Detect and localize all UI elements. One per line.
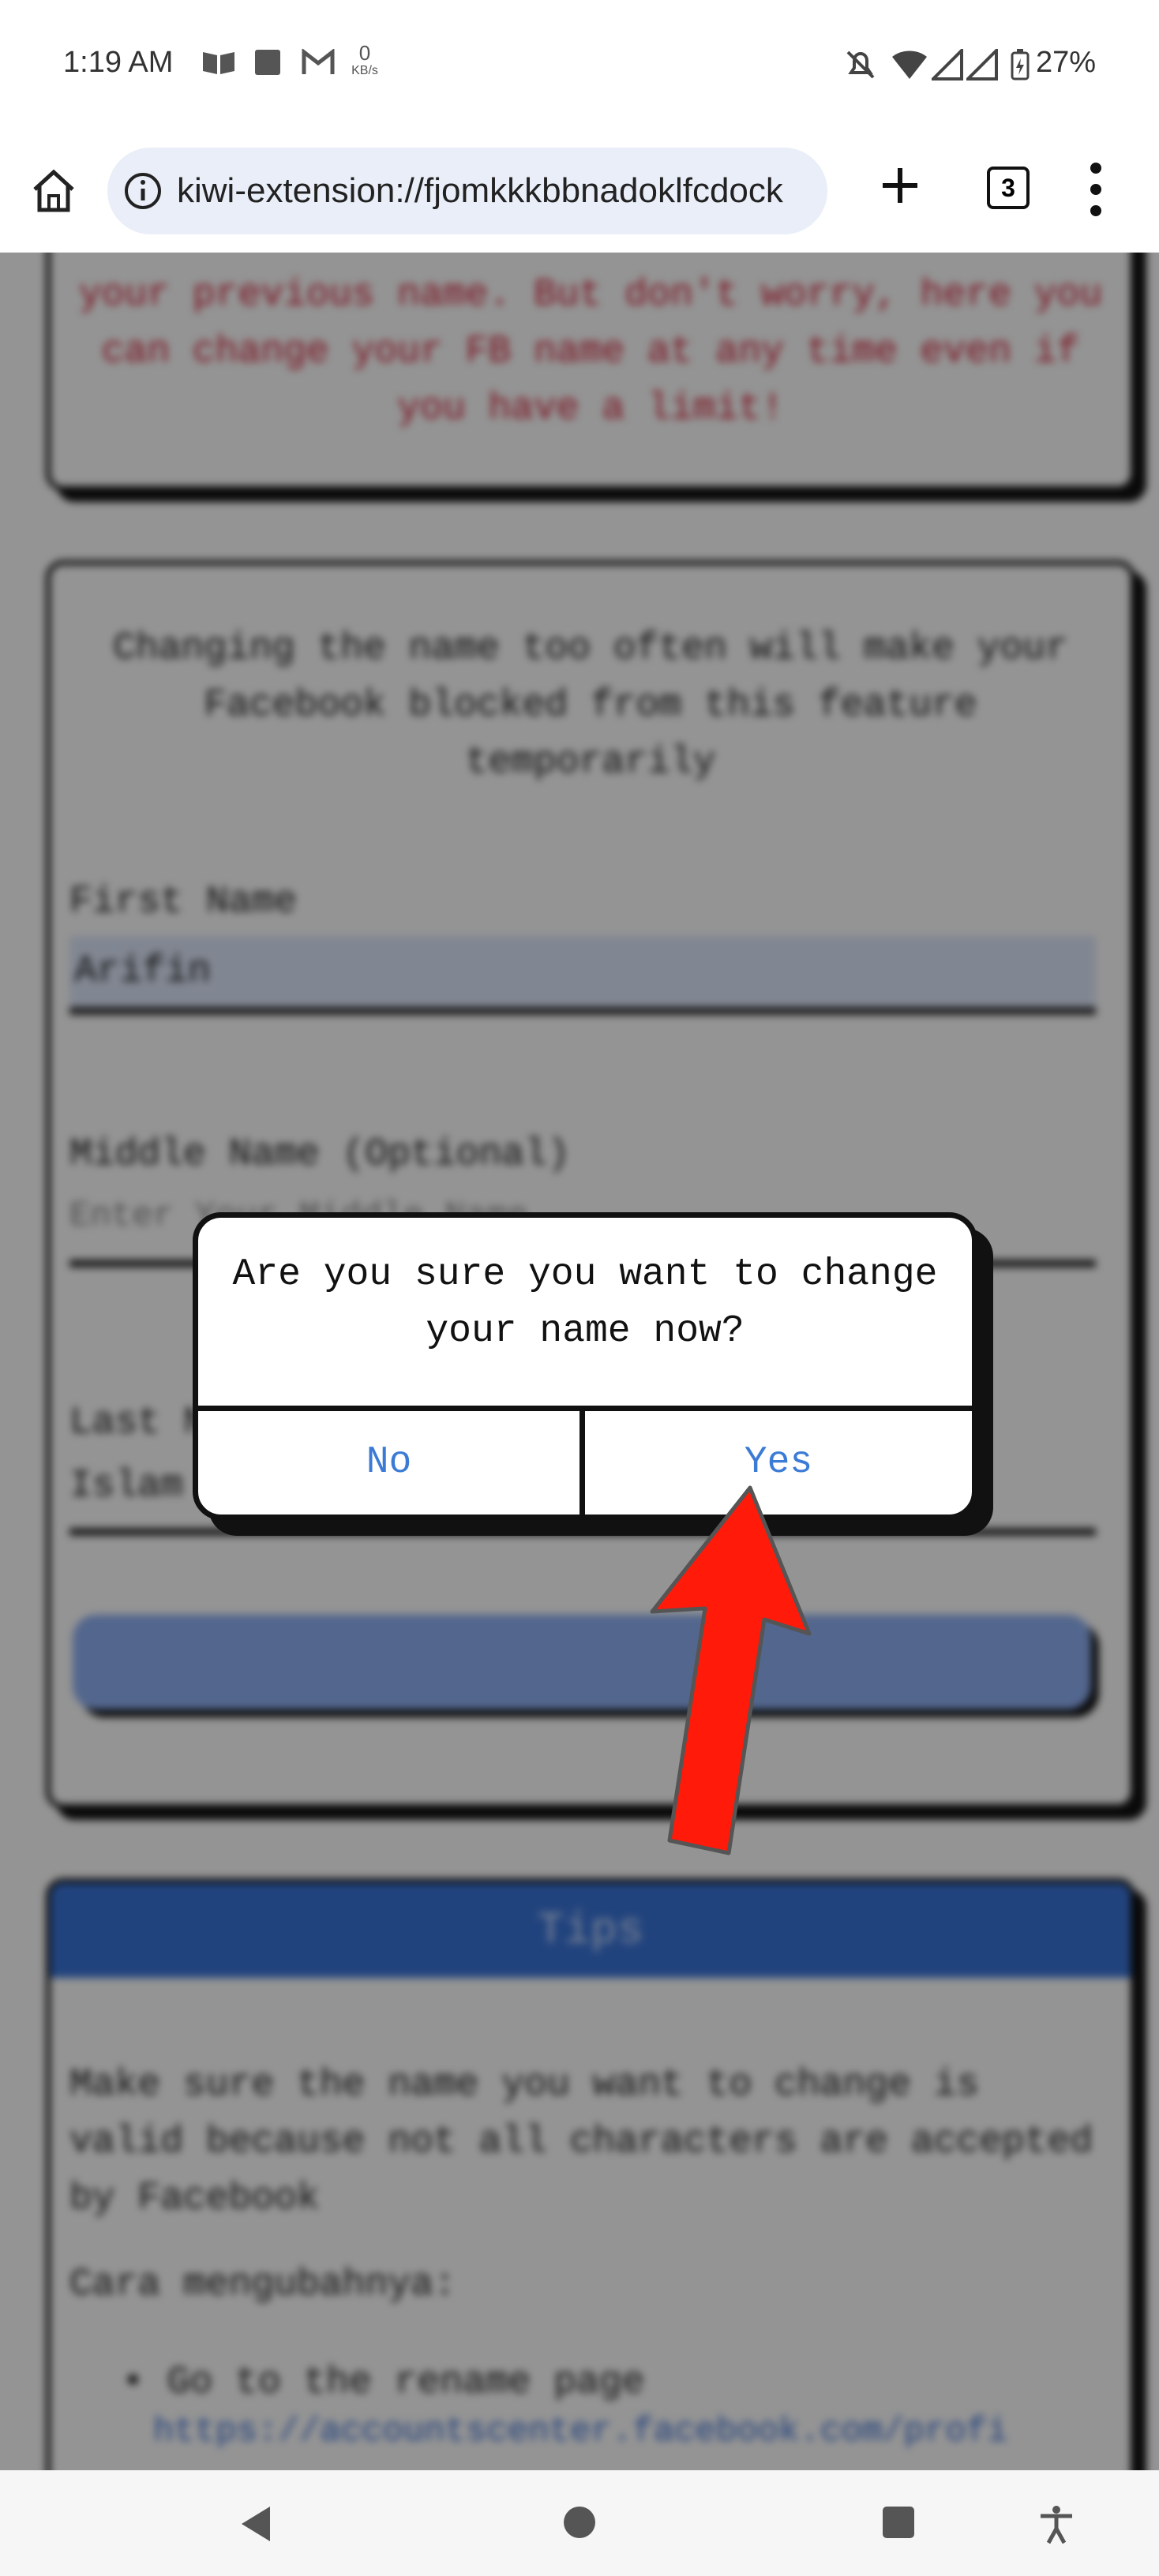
info-icon[interactable] (123, 171, 163, 211)
back-icon[interactable] (238, 2505, 273, 2543)
tab-switcher-button[interactable]: 3 (987, 167, 1030, 209)
wifi-icon (892, 51, 927, 79)
recents-icon[interactable] (881, 2505, 916, 2540)
network-speed: 0 KB/s (351, 41, 378, 77)
dialog-message: Are you sure you want to change your nam… (232, 1253, 938, 1353)
accessibility-icon[interactable] (1037, 2505, 1075, 2544)
url-text[interactable]: kiwi-extension://fjomkkkbbnadoklfcdock (177, 171, 783, 211)
pointer-arrow-icon (650, 1485, 812, 1855)
system-nav-bar (0, 2470, 1159, 2576)
confirm-dialog: Are you sure you want to change your nam… (193, 1212, 977, 1520)
home-icon[interactable] (28, 166, 79, 216)
status-time: 1:19 AM (63, 46, 174, 79)
overflow-menu-icon[interactable] (1090, 162, 1102, 217)
battery-percent: 27% (1035, 46, 1096, 79)
status-bar: 1:19 AM 0 KB/s 27% (0, 0, 1159, 130)
home-nav-icon[interactable] (562, 2505, 597, 2540)
dialog-divider (198, 1406, 972, 1411)
square-icon (255, 50, 280, 75)
no-button[interactable]: No (198, 1411, 580, 1515)
address-bar[interactable]: kiwi-extension://fjomkkkbbnadoklfcdock (107, 148, 827, 234)
dialog-button-divider (580, 1406, 585, 1515)
book-icon (203, 52, 234, 74)
signal-icon-1 (932, 49, 963, 80)
signal-icon-2 (966, 49, 998, 80)
browser-toolbar: kiwi-extension://fjomkkkbbnadoklfcdock 3 (0, 130, 1159, 253)
battery-icon (1011, 49, 1030, 80)
gmail-icon (302, 49, 335, 74)
mute-bell-icon (846, 51, 875, 79)
new-tab-icon[interactable] (875, 160, 925, 211)
